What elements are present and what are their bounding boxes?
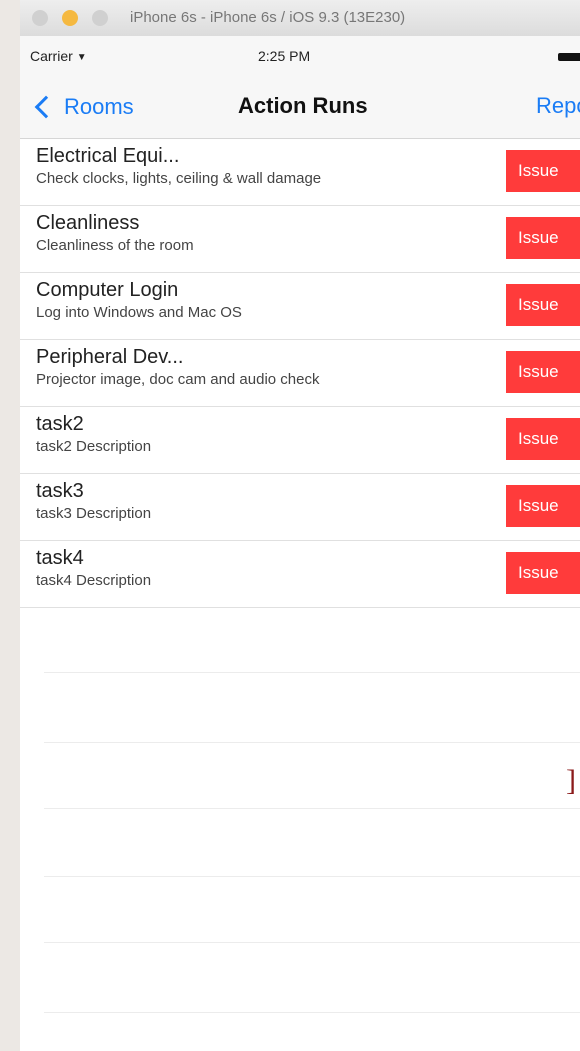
task-row[interactable]: Cleanliness Cleanliness of the room Issue xyxy=(20,206,580,273)
zoom-window-button[interactable] xyxy=(92,10,108,26)
task-description: Cleanliness of the room xyxy=(36,237,194,254)
status-time: 2:25 PM xyxy=(258,48,311,64)
task-row[interactable]: task4 task4 Description Issue xyxy=(20,541,580,608)
back-button-label: Rooms xyxy=(64,94,134,119)
chevron-left-icon xyxy=(34,95,58,119)
task-row[interactable]: task3 task3 Description Issue xyxy=(20,474,580,541)
issue-button[interactable]: Issue xyxy=(506,485,580,527)
issue-button[interactable]: Issue xyxy=(506,150,580,192)
carrier-label: Carrier ▼ xyxy=(30,48,87,64)
task-title: Peripheral Dev... xyxy=(36,346,184,368)
task-row[interactable]: Computer Login Log into Windows and Mac O… xyxy=(20,273,580,340)
simulator-titlebar: iPhone 6s - iPhone 6s / iOS 9.3 (13E230) xyxy=(20,0,580,37)
close-window-button[interactable] xyxy=(32,10,48,26)
issue-button[interactable]: Issue xyxy=(506,351,580,393)
status-bar: Carrier ▼ 2:25 PM xyxy=(20,36,580,76)
task-title: Electrical Equi... xyxy=(36,145,180,167)
wifi-icon: ▼ xyxy=(76,52,87,63)
task-title: task2 xyxy=(36,413,84,435)
report-button[interactable]: Report xyxy=(536,93,580,119)
page-title: Action Runs xyxy=(238,93,368,118)
task-title: task3 xyxy=(36,480,84,502)
empty-row-separator xyxy=(44,742,580,743)
cropped-glyph: ] xyxy=(566,764,576,797)
issue-button[interactable]: Issue xyxy=(506,284,580,326)
task-description: task3 Description xyxy=(36,505,152,522)
task-description: task2 Description xyxy=(36,438,152,455)
task-row[interactable]: Electrical Equi... Check clocks, lights, … xyxy=(20,139,580,206)
task-description: task4 Description xyxy=(36,572,152,589)
empty-row-separator xyxy=(44,876,580,877)
empty-row-separator xyxy=(44,672,580,673)
task-title: Cleanliness xyxy=(36,212,140,234)
simulator-title: iPhone 6s - iPhone 6s / iOS 9.3 (13E230) xyxy=(130,9,406,26)
task-title: Computer Login xyxy=(36,279,179,301)
task-title: task4 xyxy=(36,547,84,569)
minimize-window-button[interactable] xyxy=(62,10,78,26)
empty-row-separator xyxy=(44,808,580,809)
task-description: Check clocks, lights, ceiling & wall dam… xyxy=(36,170,322,187)
issue-button[interactable]: Issue xyxy=(506,552,580,594)
task-row[interactable]: Peripheral Dev... Projector image, doc ca… xyxy=(20,340,580,407)
empty-row-separator xyxy=(44,942,580,943)
navigation-bar: Rooms Action Runs Report xyxy=(20,76,580,139)
back-button[interactable]: Rooms xyxy=(32,90,134,124)
empty-row-separator xyxy=(44,1012,580,1013)
carrier-text: Carrier xyxy=(30,48,73,64)
task-row[interactable]: task2 task2 Description Issue xyxy=(20,407,580,474)
task-list: Electrical Equi... Check clocks, lights, … xyxy=(20,139,580,608)
issue-button[interactable]: Issue xyxy=(506,217,580,259)
battery-icon xyxy=(558,53,580,61)
simulator-window: iPhone 6s - iPhone 6s / iOS 9.3 (13E230)… xyxy=(20,0,580,1051)
task-description: Log into Windows and Mac OS xyxy=(36,304,242,321)
issue-button[interactable]: Issue xyxy=(506,418,580,460)
task-description: Projector image, doc cam and audio check xyxy=(36,371,320,388)
